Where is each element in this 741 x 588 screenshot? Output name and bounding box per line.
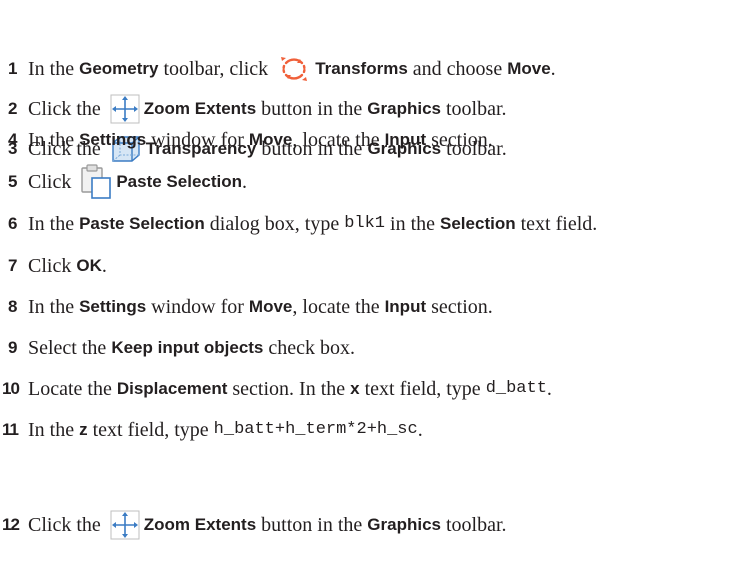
step-7: 7 Click OK . — [0, 254, 741, 278]
step-number: 4 — [8, 130, 18, 149]
step-number: 8 — [8, 297, 18, 316]
step-text: in the — [385, 213, 441, 235]
ui-term-input: Input — [384, 297, 427, 316]
step-text: button in the — [256, 514, 368, 536]
step-text: Click — [28, 255, 77, 277]
step-text: . — [417, 419, 423, 441]
step-text: section. — [426, 129, 493, 151]
code-value: d_batt — [485, 379, 547, 398]
step-number: 7 — [8, 256, 18, 275]
step-text: text field, type — [359, 378, 486, 400]
code-value: h_batt+h_term*2+h_sc — [213, 420, 418, 439]
step-text: Click — [28, 171, 77, 193]
step-text: . — [242, 171, 248, 193]
step-text: In the — [28, 296, 80, 318]
step-10: 10 Locate the Displacement section. In t… — [0, 377, 741, 401]
step-11: 11 In the z text field, type h_batt+h_te… — [0, 418, 741, 442]
ui-term-graphics: Graphics — [367, 515, 441, 534]
step-text: text field. — [515, 213, 598, 235]
step-text: window for — [146, 296, 249, 318]
step-text: . — [101, 255, 107, 277]
ui-term-z: z — [79, 420, 88, 439]
ui-term-move: Move — [248, 130, 293, 149]
ui-term-ok: OK — [76, 256, 102, 275]
step-text: section. In the — [227, 378, 351, 400]
ui-term-paste-selection: Paste Selection — [79, 214, 205, 233]
zoom-extents-icon — [110, 462, 140, 588]
ui-term-input: Input — [384, 130, 427, 149]
step-text: . — [546, 378, 552, 400]
step-number: 9 — [8, 338, 18, 357]
ui-term-move: Move — [248, 297, 293, 316]
step-text: In the — [28, 213, 80, 235]
step-text: , locate the — [292, 296, 385, 318]
step-text: Locate the — [28, 378, 117, 400]
step-text: In the — [28, 129, 80, 151]
step-number: 6 — [8, 214, 18, 233]
step-5: 5 Click Paste Selection . — [0, 164, 741, 200]
ui-term-zoom-extents: Zoom Extents — [143, 515, 257, 534]
step-12: 12 Click the Zoom Extents button in the … — [0, 462, 741, 588]
ui-term-x: x — [350, 379, 360, 398]
step-text: section. — [426, 296, 493, 318]
step-6: 6 In the Paste Selection dialog box, typ… — [0, 212, 741, 236]
step-8: 8 In the Settings window for Move , loca… — [0, 295, 741, 319]
step-text: window for — [146, 129, 249, 151]
step-number: 11 — [2, 420, 19, 439]
step-text: toolbar. — [440, 514, 507, 536]
step-text: dialog box, type — [204, 213, 345, 235]
step-text: check box. — [263, 337, 356, 359]
ui-term-displacement: Displacement — [116, 379, 228, 398]
step-text: In the — [28, 419, 80, 441]
code-value: blk1 — [344, 214, 386, 233]
step-text: Select the — [28, 337, 112, 359]
step-9: 9 Select the Keep input objects check bo… — [0, 336, 741, 360]
ui-term-selection: Selection — [440, 214, 516, 233]
ui-term-keep-input-objects: Keep input objects — [111, 338, 264, 357]
ui-term-paste-selection: Paste Selection — [116, 172, 243, 191]
ui-term-settings: Settings — [79, 297, 147, 316]
step-text: Click the — [28, 514, 106, 536]
step-number: 12 — [2, 515, 20, 534]
step-number: 5 — [8, 172, 18, 191]
step-text: text field, type — [87, 419, 214, 441]
step-number: 10 — [2, 379, 20, 398]
step-text: , locate the — [292, 129, 385, 151]
